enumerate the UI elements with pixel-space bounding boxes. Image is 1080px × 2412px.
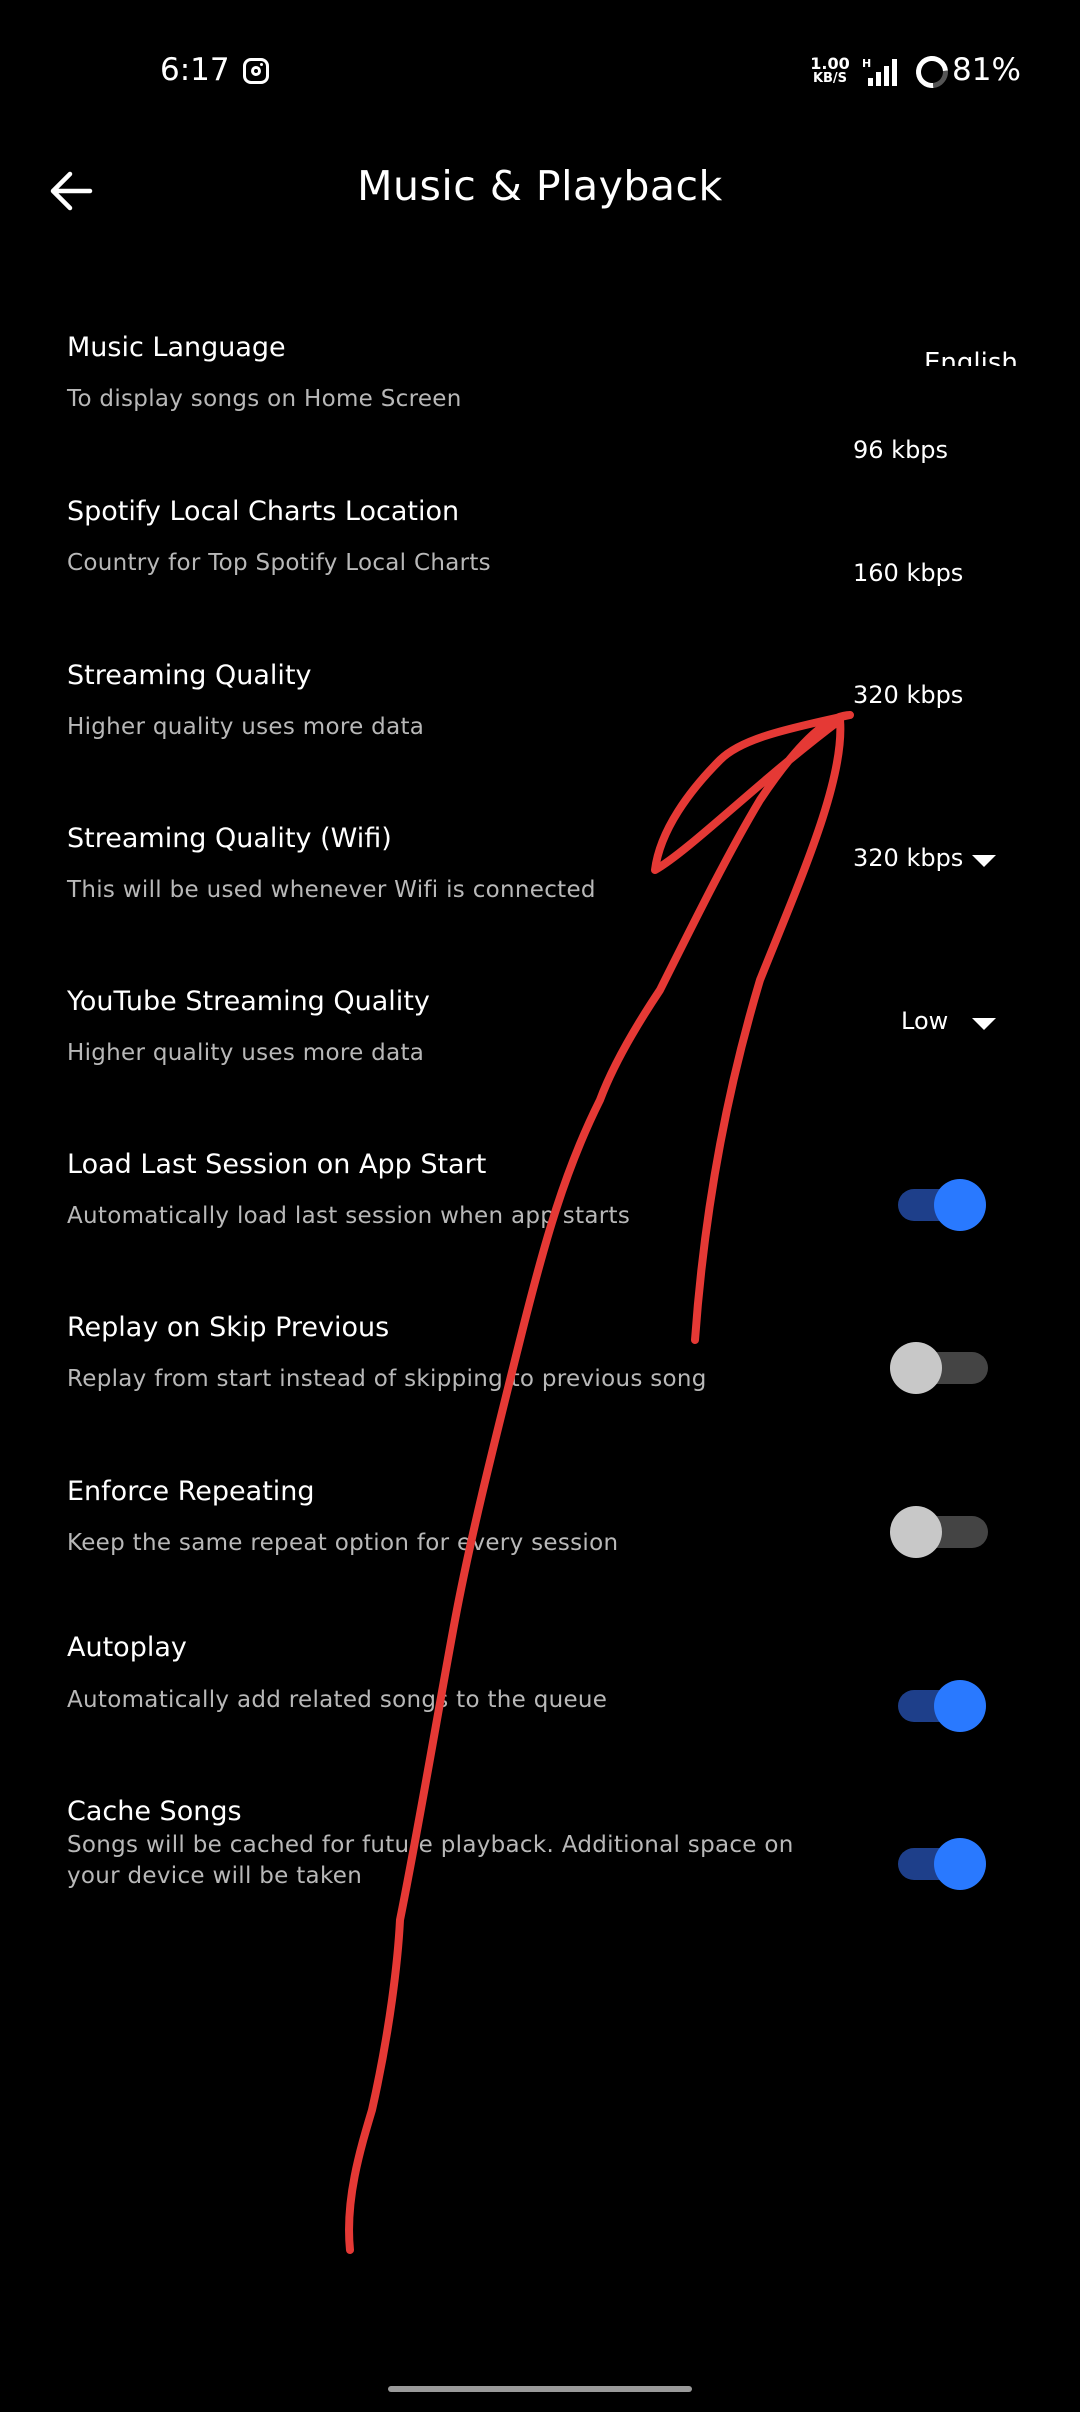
setting-title: Cache Songs xyxy=(67,1796,242,1827)
battery-icon xyxy=(909,49,955,95)
toggle-switch[interactable] xyxy=(890,1506,988,1558)
toggle-switch[interactable] xyxy=(890,1838,986,1890)
setting-subtitle: Automatically add related songs to the q… xyxy=(67,1687,608,1713)
toggle-switch[interactable] xyxy=(890,1680,986,1732)
setting-title: YouTube Streaming Quality xyxy=(67,986,430,1017)
setting-subtitle: Replay from start instead of skipping to… xyxy=(67,1366,707,1392)
dropdown-value[interactable]: 320 kbps xyxy=(853,844,963,872)
setting-enforce-repeating[interactable]: Enforce Repeating Keep the same repeat o… xyxy=(0,1464,1080,1574)
toggle-thumb xyxy=(934,1179,986,1231)
setting-title: Spotify Local Charts Location xyxy=(67,496,460,527)
setting-music-language[interactable]: Music Language To display songs on Home … xyxy=(0,320,1080,430)
setting-subtitle: Keep the same repeat option for every se… xyxy=(67,1530,619,1556)
setting-subtitle: Automatically load last session when app… xyxy=(67,1203,631,1229)
dropdown-value[interactable]: Low xyxy=(901,1007,948,1035)
toggle-switch[interactable] xyxy=(890,1179,986,1231)
network-speed-value: 1.00 xyxy=(810,54,850,73)
dropdown-option-160[interactable]: 160 kbps xyxy=(853,559,963,587)
setting-autoplay[interactable]: Autoplay Automatically add related songs… xyxy=(0,1622,1080,1732)
setting-subtitle: Country for Top Spotify Local Charts xyxy=(67,550,491,576)
setting-title: Enforce Repeating xyxy=(67,1476,315,1507)
setting-subtitle: Higher quality uses more data xyxy=(67,714,425,740)
toggle-thumb xyxy=(890,1506,942,1558)
setting-subtitle: Songs will be cached for future playback… xyxy=(67,1832,794,1889)
setting-title: Load Last Session on App Start xyxy=(67,1149,487,1180)
setting-subtitle: To display songs on Home Screen xyxy=(67,386,462,412)
network-speed-unit: KB/S xyxy=(812,71,848,86)
setting-load-last-session[interactable]: Load Last Session on App Start Automatic… xyxy=(0,1137,1080,1247)
dropdown-option-96[interactable]: 96 kbps xyxy=(853,436,948,464)
status-bar: 6:17 1.00 KB/S H 81% xyxy=(0,0,1080,140)
setting-title: Music Language xyxy=(67,332,286,363)
music-language-value[interactable]: English xyxy=(924,342,1016,366)
setting-subtitle: This will be used whenever Wifi is conne… xyxy=(67,877,596,903)
svg-text:H: H xyxy=(862,57,871,70)
setting-streaming-quality-wifi[interactable]: Streaming Quality (Wifi) This will be us… xyxy=(0,811,1080,921)
dropdown-option-320[interactable]: 320 kbps xyxy=(853,681,963,709)
setting-title: Autoplay xyxy=(67,1632,187,1663)
setting-title: Streaming Quality xyxy=(67,660,312,691)
setting-title: Replay on Skip Previous xyxy=(67,1312,390,1343)
instagram-icon xyxy=(243,58,269,84)
caret-down-icon[interactable] xyxy=(972,1018,996,1030)
toggle-thumb xyxy=(934,1838,986,1890)
setting-replay-on-skip-previous[interactable]: Replay on Skip Previous Replay from star… xyxy=(0,1300,1080,1410)
home-indicator[interactable] xyxy=(388,2386,692,2392)
page-title: Music & Playback xyxy=(357,162,723,210)
music-language-value-text: English xyxy=(924,348,1016,366)
setting-cache-songs[interactable]: Cache Songs Songs will be cached for fut… xyxy=(0,1790,1080,1900)
toggle-switch[interactable] xyxy=(890,1342,988,1394)
battery-percent: 81% xyxy=(952,52,1021,88)
signal-icon: H xyxy=(862,57,897,86)
setting-subtitle: Higher quality uses more data xyxy=(67,1040,425,1066)
toggle-thumb xyxy=(934,1680,986,1732)
caret-down-icon[interactable] xyxy=(972,855,996,867)
setting-youtube-streaming-quality[interactable]: YouTube Streaming Quality Higher quality… xyxy=(0,974,1080,1084)
status-time: 6:17 xyxy=(160,52,230,88)
toggle-thumb xyxy=(890,1342,942,1394)
setting-title: Streaming Quality (Wifi) xyxy=(67,823,392,854)
network-speed: 1.00 KB/S xyxy=(808,56,852,86)
